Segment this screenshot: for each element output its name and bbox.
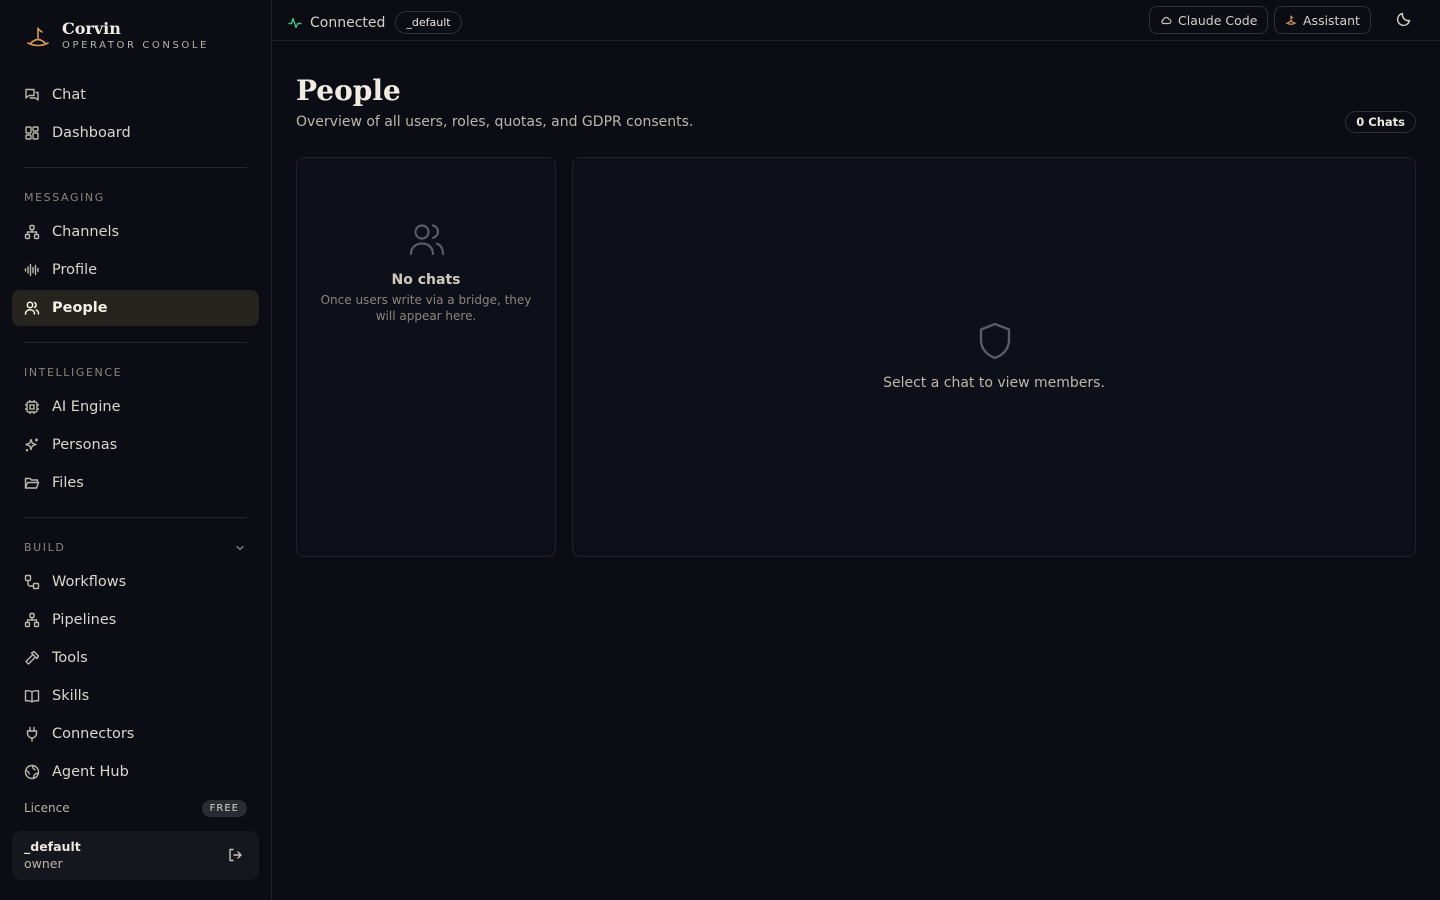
audio-waveform-icon: [24, 262, 40, 278]
assistant-logo-icon: [1285, 14, 1297, 26]
sidebar-item-ai-engine[interactable]: AI Engine: [12, 389, 259, 425]
users-icon: [408, 220, 446, 258]
user-card: _default owner: [12, 831, 259, 880]
sidebar-item-label: Personas: [52, 437, 118, 453]
sidebar-item-files[interactable]: Files: [12, 465, 259, 501]
cloud-icon: [1160, 14, 1172, 26]
sidebar-item-workflows[interactable]: Workflows: [12, 564, 259, 600]
sidebar-item-label: Channels: [52, 224, 120, 240]
sidebar-item-connectors[interactable]: Connectors: [12, 716, 259, 752]
sidebar-item-label: Pipelines: [52, 612, 117, 628]
sidebar-item-label: Chat: [52, 87, 86, 103]
page-title: People: [296, 74, 401, 107]
sidebar-item-dashboard[interactable]: Dashboard: [12, 115, 259, 151]
sidebar-item-label: People: [52, 300, 108, 316]
sidebar-item-profile[interactable]: Profile: [12, 252, 259, 288]
section-title-intelligence: INTELLIGENCE: [24, 366, 123, 379]
sidebar-item-tools[interactable]: Tools: [12, 640, 259, 676]
users-icon: [24, 300, 40, 316]
section-title-build[interactable]: BUILD: [24, 541, 65, 554]
sidebar-item-label: Agent Hub: [52, 764, 129, 780]
shield-icon: [976, 321, 1014, 361]
divider: [24, 342, 247, 343]
sidebar-item-skills[interactable]: Skills: [12, 678, 259, 714]
user-name: _default: [24, 839, 81, 854]
sidebar-item-label: AI Engine: [52, 399, 121, 415]
sparkles-icon: [24, 437, 40, 453]
chats-count-badge: 0 Chats: [1345, 111, 1416, 133]
pipelines-icon: [24, 612, 40, 628]
chat-list-panel: No chats Once users write via a bridge, …: [296, 157, 556, 557]
logout-icon[interactable]: [227, 847, 243, 863]
workflow-icon: [24, 574, 40, 590]
select-chat-hint: Select a chat to view members.: [883, 375, 1105, 391]
user-role: owner: [24, 856, 63, 871]
topbar: Connected _default Claude Code Assistant: [272, 0, 1440, 41]
cpu-icon: [24, 399, 40, 415]
licence-label: Licence: [24, 801, 70, 815]
sidebar-item-label: Skills: [52, 688, 90, 704]
tenant-badge[interactable]: _default: [395, 11, 462, 34]
sidebar-item-label: Connectors: [52, 726, 135, 742]
chevron-down-icon[interactable]: [234, 542, 246, 554]
section-title-messaging: MESSAGING: [24, 191, 105, 204]
assistant-label: Assistant: [1303, 12, 1360, 28]
divider: [24, 517, 247, 518]
status-text: Connected: [310, 14, 386, 31]
sidebar-item-label: Workflows: [52, 574, 127, 590]
empty-state-description: Once users write via a bridge, they will…: [320, 293, 532, 323]
brand-subtitle: OPERATOR CONSOLE: [62, 40, 209, 51]
assistant-button[interactable]: Assistant: [1274, 6, 1371, 34]
brand-name: Corvin: [62, 19, 121, 38]
sidebar-item-label: Profile: [52, 262, 98, 278]
connection-status: Connected _default: [288, 11, 462, 34]
sidebar-item-label: Tools: [52, 650, 88, 666]
hammer-icon: [24, 650, 40, 666]
licence-badge: FREE: [201, 799, 247, 817]
activity-icon: [288, 16, 302, 30]
claude-code-label: Claude Code: [1178, 12, 1258, 28]
sidebar-item-chat[interactable]: Chat: [12, 77, 259, 113]
chat-icon: [24, 87, 40, 103]
sidebar-item-agent-hub[interactable]: Agent Hub: [12, 754, 259, 790]
sidebar-item-people[interactable]: People: [12, 290, 259, 326]
plug-icon: [24, 726, 40, 742]
globe-icon: [24, 764, 40, 780]
divider: [24, 167, 247, 168]
claude-code-button[interactable]: Claude Code: [1149, 6, 1269, 34]
book-icon: [24, 688, 40, 704]
dashboard-icon: [24, 125, 40, 141]
page-subtitle: Overview of all users, roles, quotas, an…: [296, 114, 694, 130]
brand-logo-icon: [24, 23, 52, 51]
licence: Licence FREE: [24, 799, 247, 817]
sidebar: Corvin OPERATOR CONSOLE Chat Dashboard M…: [0, 0, 272, 900]
empty-state-title: No chats: [391, 272, 461, 288]
moon-icon[interactable]: [1396, 11, 1412, 27]
folder-icon: [24, 475, 40, 491]
sidebar-item-label: Dashboard: [52, 125, 131, 141]
sidebar-item-pipelines[interactable]: Pipelines: [12, 602, 259, 638]
sidebar-item-label: Files: [52, 475, 84, 491]
sidebar-item-personas[interactable]: Personas: [12, 427, 259, 463]
sidebar-item-channels[interactable]: Channels: [12, 214, 259, 250]
members-panel: Select a chat to view members.: [572, 157, 1416, 557]
brand: Corvin OPERATOR CONSOLE: [24, 20, 209, 53]
channels-icon: [24, 224, 40, 240]
